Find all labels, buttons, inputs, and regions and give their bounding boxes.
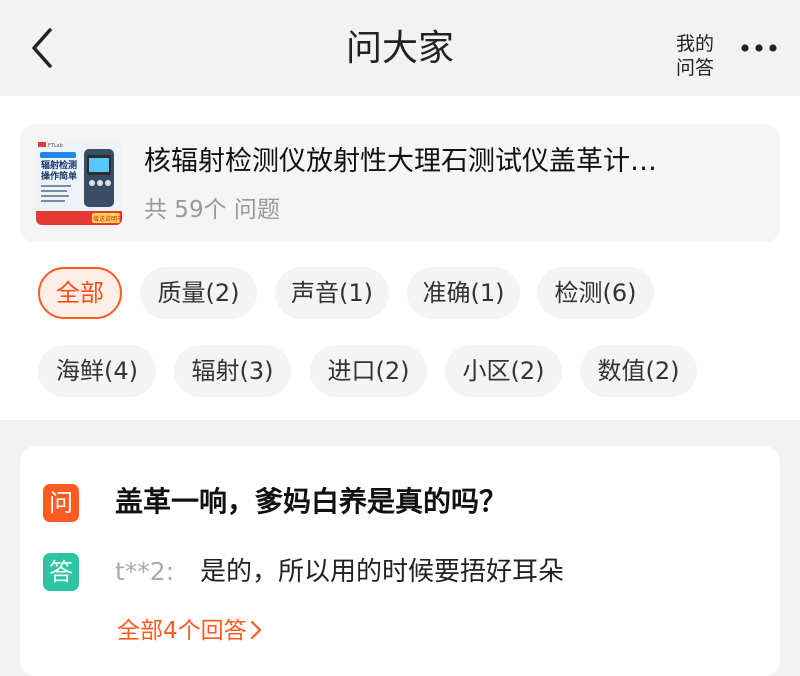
qa-card[interactable]: 问 盖革一响，爹妈白养是真的吗？ 答 t**2: 是的，所以用的时候要捂好耳朵 … [20,446,780,676]
thumb-badge: 增送说明书 [93,215,122,223]
tag-label: 检测(6) [554,279,637,307]
tag-radiation[interactable]: 辐射(3) [174,345,291,397]
answer-badge: 答 [43,553,79,591]
my-qa-label-line2: 问答 [675,57,714,79]
my-qa-link[interactable]: 我的 问答 [671,32,719,80]
tag-values[interactable]: 数值(2) [580,345,697,397]
tag-import[interactable]: 进口(2) [310,345,427,397]
tag-detection[interactable]: 检测(6) [537,267,654,319]
tag-sound[interactable]: 声音(1) [275,267,389,319]
tag-label: 辐射(3) [191,357,274,385]
product-thumbnail: FTLab 辐射检测 操作简单 增送说明书 [36,139,122,225]
tag-quality[interactable]: 质量(2) [140,267,257,319]
tag-community[interactable]: 小区(2) [445,345,562,397]
tag-label: 声音(1) [291,279,373,307]
tag-label: 小区(2) [462,357,545,385]
more-button[interactable] [738,38,780,58]
tag-label: 准确(1) [422,279,505,307]
header-bar: 问大家 我的 问答 [0,0,800,96]
product-image: FTLab 辐射检测 操作简单 增送说明书 [36,139,122,225]
question-text: 盖革一响，爹妈白养是真的吗？ [115,485,508,518]
tag-label: 数值(2) [597,357,680,385]
answer-text: 是的，所以用的时候要捂好耳朵 [200,557,565,587]
tag-seafood[interactable]: 海鲜(4) [38,345,156,397]
more-dots-icon [741,44,777,52]
tag-label: 进口(2) [327,357,410,385]
product-title: 核辐射检测仪放射性大理石测试仪盖革计… [144,146,657,177]
all-answers-link[interactable]: 全部4个回答 [117,614,263,648]
tag-all[interactable]: 全部 [38,267,122,319]
thumb-brand: FTLab [48,143,63,149]
answer-user: t**2: [115,557,175,586]
tag-accuracy[interactable]: 准确(1) [407,267,520,319]
all-answers-label: 全部4个回答 [117,618,247,644]
chevron-right-icon [250,620,261,640]
product-card[interactable]: FTLab 辐射检测 操作简单 增送说明书 核辐射检测仪放射性大理石测试仪盖革计… [20,124,780,242]
question-badge: 问 [43,484,79,522]
question-count: 共 59个 问题 [144,197,280,223]
tag-label: 海鲜(4) [56,357,138,385]
thumb-heading-2: 操作简单 [41,170,77,182]
tag-label: 质量(2) [157,279,240,307]
thumb-heading-1: 辐射检测 [41,159,77,171]
my-qa-label-line1: 我的 [675,33,714,55]
tag-label: 全部 [56,279,104,307]
